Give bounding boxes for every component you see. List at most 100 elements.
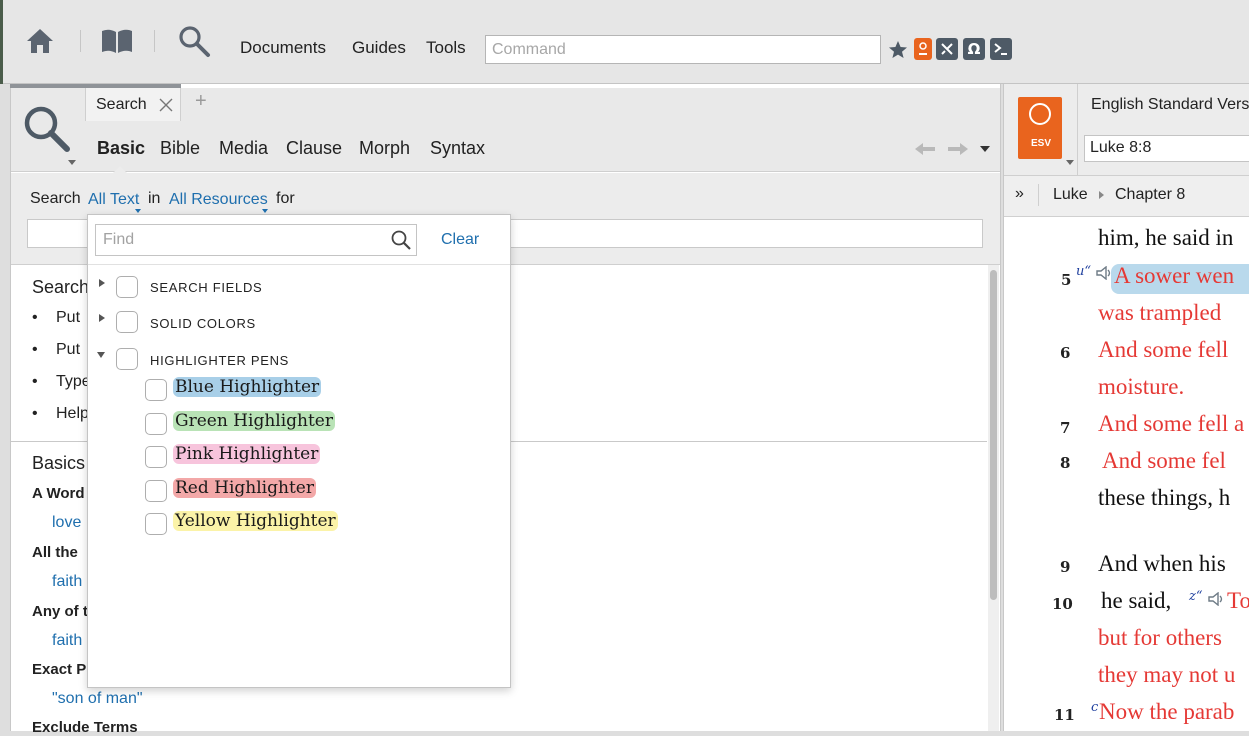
panel-menu-arrow-icon[interactable] [68,160,76,165]
library-icon[interactable] [99,26,135,56]
bible-text-line: moisture. [1098,374,1185,399]
window-edge [0,0,3,84]
expand-sidebar-button[interactable]: » [1015,185,1024,203]
scope-selector[interactable]: All Text [88,191,139,209]
help-bullet: • [32,405,38,422]
search-panel-icon[interactable] [20,102,72,154]
history-menu-icon[interactable] [980,146,990,152]
bible-text-line: these things, h [1098,485,1231,510]
nav-tools[interactable]: Tools [426,38,466,58]
checkbox-green-highlighter[interactable] [145,413,167,435]
layout-icon[interactable] [914,38,932,60]
star-icon[interactable] [887,39,909,61]
checkbox-highlighter-pens[interactable] [116,348,138,370]
checkbox-blue-highlighter[interactable] [145,379,167,401]
bible-text-line: him, he said in [1098,225,1234,250]
find-input[interactable] [95,224,417,256]
search-icon[interactable] [176,24,212,58]
basics-title: Basics [32,453,86,473]
toolbar-separator [80,30,81,52]
verse-number: 10 [1052,595,1073,613]
esv-logo-icon [1029,103,1051,125]
forward-arrow-icon[interactable] [946,141,970,157]
console-icon[interactable] [990,38,1012,60]
basics-example-link[interactable]: love [52,514,81,532]
help-title: Search [32,277,90,297]
bible-text-line: And some fel [1102,448,1226,473]
checkbox-yellow-highlighter[interactable] [145,513,167,535]
command-input[interactable] [485,35,881,64]
help-bullet: • [32,373,38,390]
scope-dropdown-icon [135,209,141,213]
bible-text-line: And some fell [1098,337,1229,362]
resource-menu-icon[interactable] [1066,160,1074,165]
back-arrow-icon[interactable] [913,141,937,157]
scrollbar-thumb[interactable] [990,270,997,600]
version-title: English Standard Vers [1091,96,1249,113]
omega-icon[interactable]: Ω [963,38,985,60]
basics-example-link[interactable]: faith [52,573,82,591]
help-line: Help [56,405,89,422]
audio-icon[interactable] [1208,591,1226,607]
verse-number: 11 [1054,706,1075,724]
esv-badge-label: ESV [1031,138,1052,149]
cross-reference-marker[interactable]: c [1091,700,1098,715]
tab-bible[interactable]: Bible [160,138,200,159]
expand-arrow-icon[interactable] [99,314,105,322]
close-tab-icon[interactable] [158,97,174,113]
toolbar-separator [154,30,155,52]
tab-syntax[interactable]: Syntax [430,138,485,159]
active-tab-pointer [113,166,127,173]
collapse-arrow-icon[interactable] [97,352,105,358]
checkbox-search-fields[interactable] [116,276,138,298]
help-line: Type [56,373,91,390]
yellow-highlighter-label: Yellow Highlighter [173,511,338,531]
help-bullet: • [32,309,38,326]
tool-icon[interactable] [936,38,958,60]
checkbox-red-highlighter[interactable] [145,480,167,502]
bible-text-line: he said, [1101,588,1172,613]
reference-input[interactable]: Luke 8:8 [1084,135,1249,162]
cross-reference-marker[interactable]: u“ [1076,264,1091,279]
bible-text-line: To [1227,588,1249,613]
verse-number: 9 [1060,558,1071,576]
tab-morph[interactable]: Morph [359,138,410,159]
nav-documents[interactable]: Documents [240,38,326,58]
basics-example-link[interactable]: "son of man" [52,690,143,708]
basics-item-label: Exact P [32,661,87,678]
red-highlighter-label: Red Highlighter [173,478,316,498]
resources-selector[interactable]: All Resources [169,191,268,209]
category-solid-colors: SOLID COLORS [150,316,256,331]
breadcrumb-chapter[interactable]: Chapter 8 [1115,186,1185,204]
verse-number: 8 [1060,454,1071,472]
pink-highlighter-label: Pink Highlighter [173,444,321,464]
resources-dropdown-icon [262,209,268,213]
basics-example-link[interactable]: faith [52,632,82,650]
basics-item-label: Any of t [32,603,88,620]
breadcrumb-book[interactable]: Luke [1053,186,1088,204]
in-label: in [148,190,161,207]
help-line: Put [56,341,81,358]
green-highlighter-label: Green Highlighter [173,411,335,431]
tab-search-label: Search [96,96,147,113]
cross-reference-marker[interactable]: z“ [1189,589,1203,604]
bible-text-line: A sower wen [1114,263,1235,288]
basics-item-label: Exclude Terms [32,719,138,736]
checkbox-solid-colors[interactable] [116,311,138,333]
home-icon[interactable] [24,26,56,56]
help-line: Put [56,309,81,326]
tab-basic[interactable]: Basic [97,138,145,159]
basics-item-label: All the [32,544,78,561]
checkbox-pink-highlighter[interactable] [145,446,167,468]
tab-media[interactable]: Media [219,138,268,159]
help-bullet: • [32,341,38,358]
find-search-icon [390,229,412,251]
basics-item-label: A Word [32,485,85,502]
new-tab-button[interactable]: + [195,90,207,113]
clear-button[interactable]: Clear [441,231,479,249]
tab-clause[interactable]: Clause [286,138,342,159]
expand-arrow-icon[interactable] [99,279,105,287]
dropdown-divider [88,264,510,265]
bible-text-line: And when his [1098,551,1226,576]
nav-guides[interactable]: Guides [352,38,406,58]
